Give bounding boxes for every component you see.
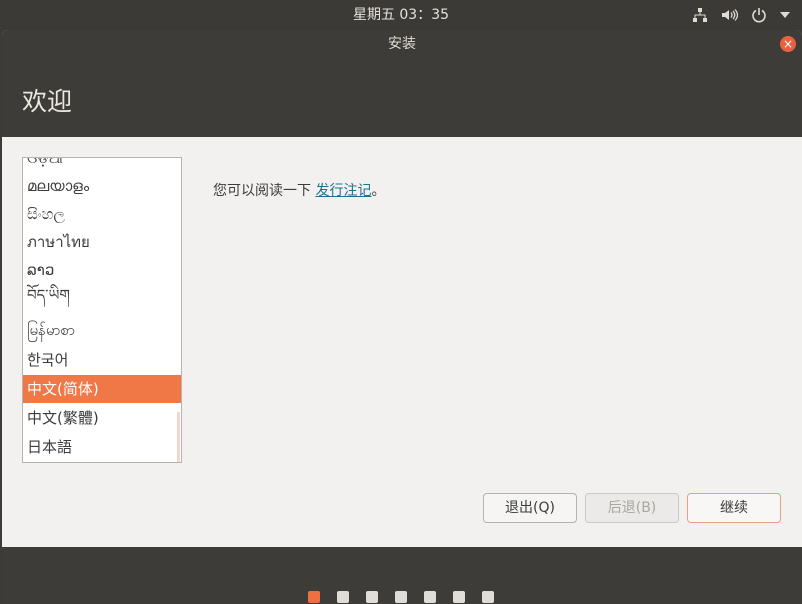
close-icon[interactable]: × <box>780 36 796 52</box>
language-item-chinese-traditional[interactable]: 中文(繁體) <box>23 404 181 432</box>
language-item-korean[interactable]: 한국어 <box>23 346 181 374</box>
release-notes-text: 您可以阅读一下 发行注记。 <box>213 180 385 200</box>
progress-dots <box>308 591 494 603</box>
list-scrollbar[interactable] <box>177 412 180 462</box>
progress-dot <box>395 591 407 603</box>
volume-icon[interactable] <box>721 7 738 23</box>
continue-button[interactable]: 继续 <box>687 493 781 523</box>
language-item-thai[interactable]: ภาษาไทย <box>23 228 181 256</box>
window-titlebar[interactable]: 安装 × <box>2 30 802 58</box>
power-icon[interactable] <box>751 7 767 23</box>
language-item-burmese[interactable]: မြန်မာစာ <box>23 316 181 344</box>
language-item-malayalam[interactable]: മലയാളം <box>23 172 181 200</box>
language-list[interactable]: ଓଡ଼ିଆ മലയാളം සිංහල ภาษาไทย ລາວ བོད་ཡིག မ… <box>22 157 182 463</box>
installer-window: 安装 × 欢迎 ଓଡ଼ିଆ മലയാളം සිංහල ภาษาไทย ລາວ བ… <box>2 30 802 604</box>
release-notes-link[interactable]: 发行注记 <box>315 183 371 199</box>
release-notes-prefix: 您可以阅读一下 <box>213 183 316 199</box>
dropdown-arrow-icon[interactable] <box>780 11 790 19</box>
system-tray[interactable] <box>692 5 790 25</box>
progress-footer <box>2 547 802 604</box>
top-panel: 星期五 03：35 <box>0 0 802 30</box>
clock[interactable]: 星期五 03：35 <box>0 0 802 30</box>
page-header: 欢迎 <box>2 58 802 137</box>
progress-dot <box>482 591 494 603</box>
progress-dot <box>424 591 436 603</box>
language-item-lao[interactable]: ລາວ <box>23 256 181 284</box>
progress-dot <box>337 591 349 603</box>
back-button[interactable]: 后退(B) <box>585 493 679 523</box>
quit-button[interactable]: 退出(Q) <box>483 493 577 523</box>
page-title: 欢迎 <box>22 87 73 116</box>
language-item-sinhala[interactable]: සිංහල <box>23 200 181 228</box>
progress-dot <box>308 591 320 603</box>
window-title: 安装 <box>388 36 416 52</box>
progress-dot <box>453 591 465 603</box>
language-item-chinese-simplified[interactable]: 中文(简体) <box>23 375 181 403</box>
progress-dot <box>366 591 378 603</box>
language-item-japanese[interactable]: 日本語 <box>23 433 181 461</box>
release-notes-suffix: 。 <box>371 183 386 199</box>
network-icon[interactable] <box>692 7 708 23</box>
language-item-tibetan[interactable]: བོད་ཡིག <box>23 281 181 309</box>
language-item-odia[interactable]: ଓଡ଼ିଆ <box>23 158 181 172</box>
